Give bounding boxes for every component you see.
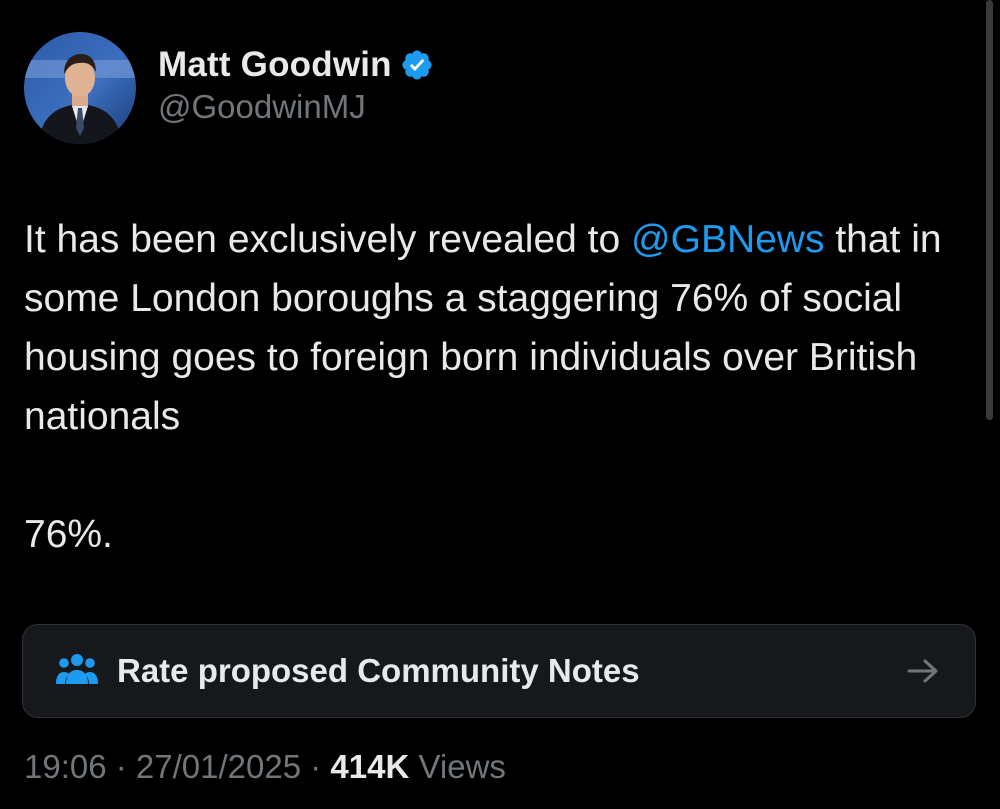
tweet-date[interactable]: 27/01/2025 <box>136 748 301 785</box>
author-display-name[interactable]: Matt Goodwin <box>158 45 392 85</box>
tweet-paragraph-2: 76%. <box>24 513 113 556</box>
arrow-right-icon <box>907 659 938 683</box>
tweet-text-start: It has been exclusively revealed to <box>24 218 632 261</box>
tweet-time[interactable]: 19:06 <box>24 748 107 785</box>
views-label: Views <box>409 748 506 785</box>
community-notes-label: Rate proposed Community Notes <box>117 652 640 689</box>
tweet-header: Matt Goodwin @GoodwinMJ <box>24 32 434 146</box>
profile-photo-icon <box>24 32 136 144</box>
author-handle[interactable]: @GoodwinMJ <box>158 88 434 126</box>
scrollbar[interactable] <box>986 0 993 420</box>
meta-separator: · <box>106 748 136 785</box>
tweet-paragraph: It has been exclusively revealed to @GBN… <box>24 210 984 446</box>
rate-community-notes-button[interactable]: Rate proposed Community Notes <box>22 624 976 718</box>
views-count: 414K <box>330 748 410 785</box>
avatar[interactable] <box>24 32 136 144</box>
people-icon <box>56 654 98 684</box>
meta-separator: · <box>301 748 331 785</box>
mention-link[interactable]: @GBNews <box>631 218 824 261</box>
verified-badge-icon <box>402 50 432 80</box>
tweet-meta: 19:06 · 27/01/2025 · 414K Views <box>24 748 506 786</box>
tweet-body: It has been exclusively revealed to @GBN… <box>24 210 984 564</box>
